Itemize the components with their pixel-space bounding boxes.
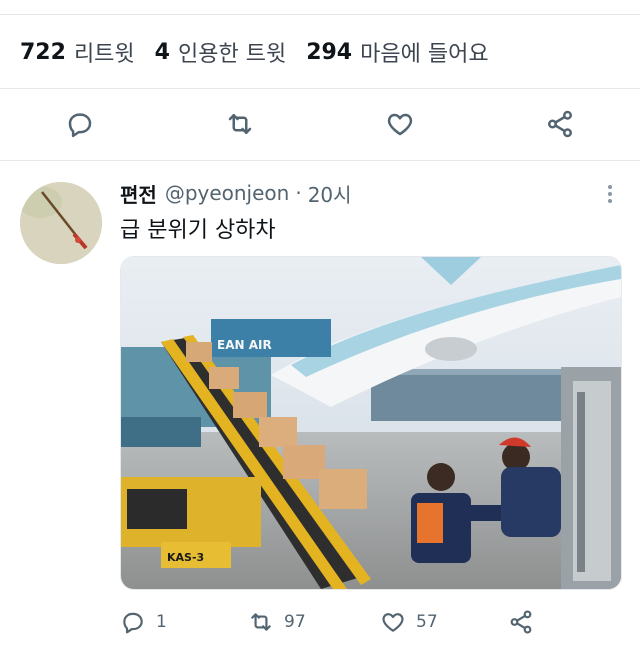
like-icon: [382, 613, 404, 632]
like-button[interactable]: [380, 104, 420, 144]
author-handle[interactable]: @pyeonjeon: [165, 181, 290, 205]
like-icon: [387, 113, 413, 136]
retweet-count: 722: [20, 39, 66, 65]
more-vertical-icon: [608, 185, 612, 203]
share-icon: [510, 610, 532, 634]
avatar-image: [20, 182, 102, 264]
separator-dot: ·: [295, 181, 302, 205]
reply-button[interactable]: [60, 104, 100, 144]
aircraft-logo-text: EAN AIR: [217, 338, 272, 352]
tweet-action-bar: [0, 104, 640, 144]
tweet-photo[interactable]: EAN AIR KAS-3: [120, 256, 622, 590]
like-count-small: 57: [416, 612, 438, 632]
more-options-button[interactable]: [596, 180, 624, 208]
reply-count: 1: [156, 612, 167, 632]
share-button-small[interactable]: [508, 604, 544, 640]
photo-airport-cargo: EAN AIR KAS-3: [121, 257, 621, 589]
retweet-button[interactable]: [220, 104, 260, 144]
like-stat[interactable]: 294 마음에 들어요: [306, 36, 488, 68]
quote-label: 인용한 트윗: [177, 42, 287, 67]
actions-divider: [0, 160, 640, 161]
retweet-button-small[interactable]: 97: [248, 604, 306, 640]
author-name[interactable]: 편전: [120, 179, 157, 208]
quote-stat[interactable]: 4 인용한 트윗: [155, 36, 287, 68]
top-divider: [0, 14, 640, 15]
retweet-label: 리트윗: [73, 42, 135, 67]
quote-count: 4: [154, 39, 170, 65]
reply-tweet-actions: 1 97 57: [120, 604, 620, 640]
like-label: 마음에 들어요: [360, 42, 489, 67]
like-button-small[interactable]: 57: [380, 604, 438, 640]
tweet-time[interactable]: 20시: [308, 179, 352, 208]
tweet-header: 편전 @pyeonjeon · 20시: [120, 178, 352, 208]
share-button[interactable]: [540, 104, 580, 144]
retweet-stat[interactable]: 722 리트윗: [20, 36, 135, 68]
reply-button-small[interactable]: 1: [120, 604, 167, 640]
tweet-text: 급 분위기 상하차: [120, 218, 276, 243]
reply-icon: [123, 612, 143, 634]
avatar[interactable]: [20, 182, 102, 264]
retweet-count-small: 97: [284, 612, 306, 632]
vehicle-label: KAS-3: [167, 551, 204, 564]
retweet-icon: [228, 114, 252, 134]
share-icon: [548, 110, 572, 138]
engagement-stats: 722 리트윗 4 인용한 트윗 294 마음에 들어요: [20, 30, 509, 74]
reply-icon: [68, 113, 92, 138]
like-count: 294: [306, 39, 353, 65]
stats-divider: [0, 88, 640, 89]
retweet-icon: [251, 613, 271, 631]
